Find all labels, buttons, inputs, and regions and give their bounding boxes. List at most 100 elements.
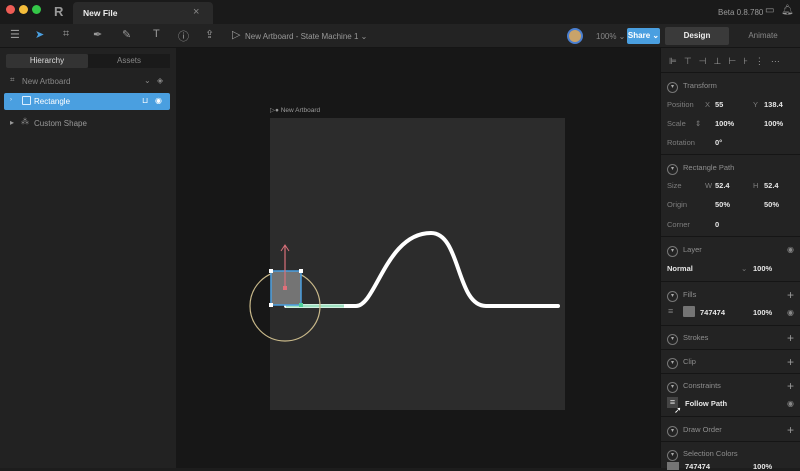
section-strokes[interactable]: Strokes bbox=[667, 333, 708, 345]
feedback-icon[interactable]: ▭ bbox=[765, 5, 774, 16]
section-layer[interactable]: Layer bbox=[667, 245, 702, 257]
height-input[interactable]: 52.4 bbox=[764, 181, 779, 190]
corner-label: Corner bbox=[667, 220, 690, 229]
add-fill-icon[interactable]: + bbox=[787, 289, 794, 301]
file-tab-title: New File bbox=[83, 8, 118, 18]
artboard-tool-icon[interactable]: ⌗ bbox=[63, 28, 69, 41]
notification-bell-icon[interactable]: 🔔︎ bbox=[781, 5, 794, 16]
resize-handle bbox=[299, 269, 303, 273]
eye-icon[interactable]: ◉ bbox=[787, 308, 794, 317]
text-tool-icon[interactable]: T bbox=[153, 28, 160, 40]
file-tab[interactable]: New File × bbox=[73, 2, 213, 24]
position-y-input[interactable]: 138.4 bbox=[764, 100, 783, 109]
follow-path-curve bbox=[284, 230, 560, 308]
scale-x-input[interactable]: 100% bbox=[715, 119, 734, 128]
resize-handle bbox=[299, 303, 303, 307]
brush-tool-icon[interactable]: ✎ bbox=[122, 28, 131, 41]
eye-icon[interactable]: ◉ bbox=[155, 96, 162, 105]
close-tab-icon[interactable]: × bbox=[193, 6, 199, 18]
selection-color-swatch[interactable] bbox=[667, 462, 679, 470]
rotation-input[interactable]: 0° bbox=[715, 138, 722, 147]
eye-icon[interactable]: ◉ bbox=[787, 399, 794, 408]
breadcrumb[interactable]: New Artboard - State Machine 1 ⌄ bbox=[245, 32, 367, 41]
corner-input[interactable]: 0 bbox=[715, 220, 719, 229]
version-label: Beta 0.8.780 bbox=[718, 8, 764, 17]
blend-mode-select[interactable]: Normal bbox=[667, 264, 693, 273]
fill-opacity-input[interactable]: 100% bbox=[753, 308, 772, 317]
avatar[interactable] bbox=[567, 28, 583, 44]
origin-label: Origin bbox=[667, 200, 688, 209]
zoom-select[interactable]: 100% ⌄ bbox=[596, 32, 625, 41]
selection-color-opacity[interactable]: 100% bbox=[753, 462, 772, 471]
fill-settings-icon[interactable]: ≡ bbox=[668, 306, 673, 316]
scale-label: Scale bbox=[667, 119, 686, 128]
layer-opacity-input[interactable]: 100% bbox=[753, 264, 772, 273]
section-draw-order[interactable]: Draw Order bbox=[667, 425, 722, 437]
tab-design[interactable]: Design bbox=[665, 27, 729, 45]
shape-icon: ⁂ bbox=[21, 117, 29, 126]
hierarchy-panel: Hierarchy Assets ⌗ New Artboard ⌄ ◈ › Re… bbox=[0, 48, 176, 468]
export-icon[interactable]: ⇪ bbox=[205, 28, 214, 41]
constraint-follow-path[interactable]: Follow Path bbox=[685, 399, 727, 408]
origin-point bbox=[283, 286, 287, 290]
tab-assets[interactable]: Assets bbox=[88, 54, 170, 68]
h-label: H bbox=[753, 181, 759, 190]
section-clip[interactable]: Clip bbox=[667, 357, 696, 369]
rotation-label: Rotation bbox=[667, 138, 695, 147]
origin-y-input[interactable]: 50% bbox=[764, 200, 779, 209]
toolbar: ☰ ➤ ⌗ ✒ ✎ T ⓘ ⇪ ▷ New Artboard - State M… bbox=[0, 24, 800, 48]
canvas-drawing bbox=[249, 230, 560, 342]
section-constraints[interactable]: Constraints bbox=[667, 381, 721, 393]
x-label: X bbox=[705, 100, 711, 109]
canvas[interactable]: ▷● New Artboard bbox=[176, 48, 660, 468]
menu-icon[interactable]: ☰ bbox=[10, 28, 20, 41]
expand-icon[interactable]: › bbox=[10, 97, 12, 103]
bolt-icon[interactable]: ⓘ bbox=[178, 28, 189, 44]
tab-hierarchy[interactable]: Hierarchy bbox=[6, 54, 88, 68]
list-item-custom-shape[interactable]: Custom Shape bbox=[34, 119, 87, 128]
fill-swatch[interactable] bbox=[683, 306, 695, 317]
size-label: Size bbox=[667, 181, 682, 190]
chevron-down-icon[interactable]: ⌄ bbox=[144, 76, 151, 85]
resize-handle bbox=[269, 303, 273, 307]
chevron-down-icon[interactable]: ⌄ bbox=[741, 264, 747, 273]
align-tools-icon[interactable]: ⊫⊤⊣⊥⊢⊦⋮⋯ bbox=[669, 56, 787, 67]
maximize-window-button[interactable] bbox=[32, 5, 41, 14]
add-draw-order-icon[interactable]: + bbox=[787, 424, 794, 436]
link-icon[interactable]: ⇕ bbox=[695, 119, 701, 128]
eye-icon[interactable]: ◉ bbox=[787, 245, 794, 254]
resize-handle bbox=[269, 269, 273, 273]
rectangle-icon bbox=[22, 96, 31, 105]
rive-logo-icon: R bbox=[54, 4, 64, 19]
design-panel: ⊫⊤⊣⊥⊢⊦⋮⋯ Transform Position X 55 Y 138.4… bbox=[660, 48, 800, 471]
expand-icon[interactable]: ▸ bbox=[10, 118, 14, 127]
close-window-button[interactable] bbox=[6, 5, 15, 14]
origin-x-input[interactable]: 50% bbox=[715, 200, 730, 209]
tag-icon[interactable]: ◈ bbox=[157, 76, 163, 85]
share-button[interactable]: Share ⌄ bbox=[627, 28, 660, 44]
add-stroke-icon[interactable]: + bbox=[787, 332, 794, 344]
artboard-item[interactable]: New Artboard bbox=[22, 77, 70, 86]
section-selection-colors[interactable]: Selection Colors bbox=[667, 449, 738, 461]
fill-color-input[interactable]: 747474 bbox=[700, 308, 725, 317]
position-label: Position bbox=[667, 100, 694, 109]
section-fills[interactable]: Fills bbox=[667, 290, 696, 302]
selection-color-value[interactable]: 747474 bbox=[685, 462, 710, 471]
width-input[interactable]: 52.4 bbox=[715, 181, 730, 190]
add-clip-icon[interactable]: + bbox=[787, 356, 794, 368]
add-constraint-icon[interactable]: + bbox=[787, 380, 794, 392]
play-icon[interactable]: ▷ bbox=[232, 28, 240, 41]
list-item-rectangle[interactable]: › Rectangle ⊔ ◉ bbox=[4, 93, 170, 110]
scale-y-input[interactable]: 100% bbox=[764, 119, 783, 128]
position-x-input[interactable]: 55 bbox=[715, 100, 723, 109]
tab-animate[interactable]: Animate bbox=[731, 27, 795, 45]
section-transform[interactable]: Transform bbox=[667, 81, 717, 93]
w-label: W bbox=[705, 181, 713, 190]
item-label: Rectangle bbox=[34, 97, 71, 106]
lock-icon[interactable]: ⊔ bbox=[142, 96, 148, 105]
section-rectangle-path[interactable]: Rectangle Path bbox=[667, 163, 734, 175]
pen-tool-icon[interactable]: ✒ bbox=[93, 28, 102, 41]
select-tool-icon[interactable]: ➤ bbox=[35, 28, 44, 41]
cursor-icon: ➚ bbox=[674, 405, 682, 415]
minimize-window-button[interactable] bbox=[19, 5, 28, 14]
